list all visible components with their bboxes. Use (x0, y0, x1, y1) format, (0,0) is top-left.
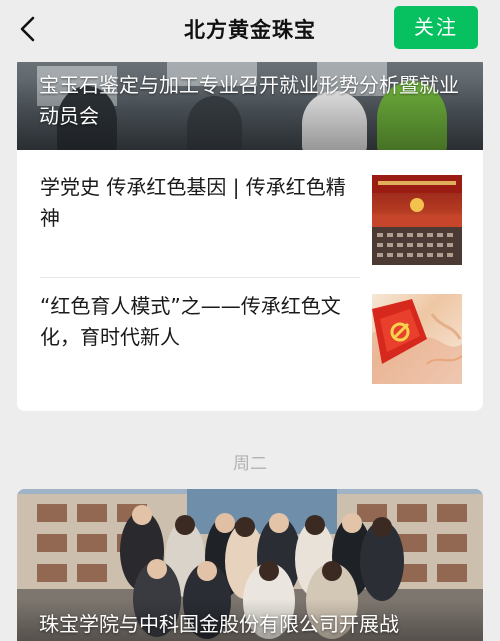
lead-article-cover[interactable]: 宝玉石鉴定与加工专业召开就业形势分析暨就业动员会 (17, 56, 483, 150)
top-navigation-bar: 北方黄金珠宝 关注 (0, 0, 500, 62)
article-list-item[interactable]: “红色育人模式”之——传承红色文化，育时代新人 (40, 291, 462, 386)
article-group-card: 珠宝学院与中科国金股份有限公司开展战 (17, 489, 483, 641)
article-group-card: 宝玉石鉴定与加工专业召开就业形势分析暨就业动员会 学党史 传承红色基因 | 传承… (17, 56, 483, 411)
article-list-item[interactable]: 学党史 传承红色基因 | 传承红色精神 (40, 172, 462, 267)
article-title: 学党史 传承红色基因 | 传承红色精神 (40, 175, 346, 230)
lead-article-title: 宝玉石鉴定与加工专业召开就业形势分析暨就业动员会 (39, 73, 459, 128)
lead-article-title: 珠宝学院与中科国金股份有限公司开展战 (39, 612, 399, 636)
article-title: “红色育人模式”之——传承红色文化，育时代新人 (40, 294, 341, 349)
lead-article-cover[interactable]: 珠宝学院与中科国金股份有限公司开展战 (17, 489, 483, 641)
list-divider (40, 277, 360, 278)
article-thumbnail (372, 294, 462, 384)
day-separator: 周二 (233, 454, 267, 474)
article-thumbnail (372, 175, 462, 265)
follow-button[interactable]: 关注 (394, 6, 478, 49)
